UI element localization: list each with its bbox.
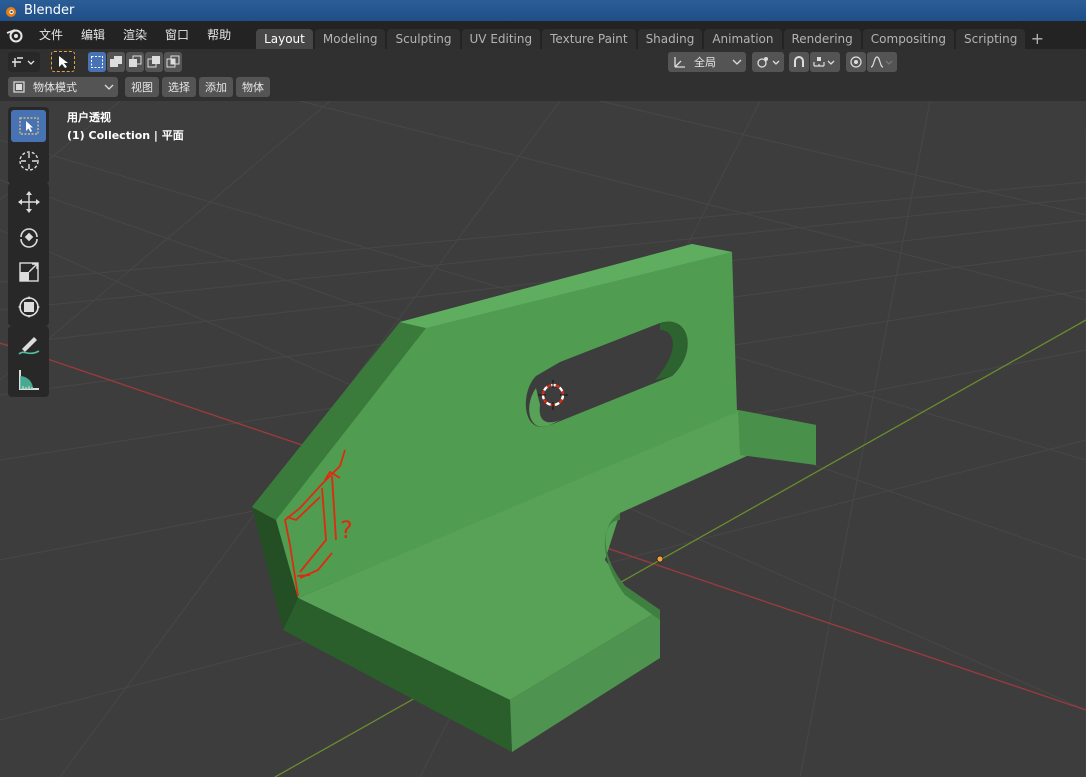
window-title: Blender: [24, 3, 75, 18]
select-mode-subtract-button[interactable]: [126, 52, 144, 72]
rotate-tool[interactable]: [11, 221, 46, 253]
3d-viewport[interactable]: ? 用户透视 (1) Collection | 平面: [0, 101, 1086, 777]
mode-dropdown[interactable]: 物体模式: [8, 77, 118, 97]
measure-icon: [18, 370, 39, 390]
object-origin-dot: [656, 555, 664, 563]
editor-type-icon: [12, 57, 35, 67]
select-subtract-icon: [129, 55, 142, 67]
annotate-tool[interactable]: [11, 329, 46, 361]
proportional-editing-toggle[interactable]: [846, 52, 866, 72]
select-new-icon: [91, 56, 103, 68]
chevron-down-icon: [104, 84, 114, 90]
menu-file[interactable]: 文件: [30, 21, 72, 49]
tab-sculpting[interactable]: Sculpting: [387, 29, 460, 49]
top-menu-bar: 文件 编辑 渲染 窗口 帮助 Layout Modeling Sculpting…: [0, 21, 1086, 49]
tab-animation[interactable]: Animation: [704, 29, 782, 49]
blender-logo-icon[interactable]: [0, 21, 30, 49]
select-invert-icon: [147, 56, 160, 68]
transform-tool[interactable]: [11, 291, 46, 323]
add-menu[interactable]: 添加: [199, 77, 233, 97]
scale-icon: [18, 262, 39, 282]
proportional-circle-icon: [850, 56, 862, 68]
tab-shading[interactable]: Shading: [637, 29, 703, 49]
proportional-falloff-dropdown[interactable]: [867, 52, 897, 72]
tab-texture-paint[interactable]: Texture Paint: [542, 29, 636, 49]
orientation-label: 全局: [694, 56, 716, 69]
add-menu-label: 添加: [205, 81, 227, 94]
scale-tool[interactable]: [11, 256, 46, 288]
toolbar-transform-group: [8, 183, 49, 326]
annotation-question-mark: ?: [340, 516, 353, 544]
select-tool-button[interactable]: [51, 51, 75, 72]
collection-info-label: (1) Collection | 平面: [67, 129, 184, 142]
workspace-tabs: Layout Modeling Sculpting UV Editing Tex…: [256, 21, 1047, 49]
select-box-tool[interactable]: [11, 110, 46, 142]
select-mode-invert-button[interactable]: [145, 52, 163, 72]
toolbar-select-group: [8, 107, 49, 184]
menu-render[interactable]: 渲染: [114, 21, 156, 49]
add-workspace-icon[interactable]: +: [1027, 29, 1047, 49]
cursor-arrow-icon: [59, 55, 68, 68]
menu-window[interactable]: 窗口: [156, 21, 198, 49]
object-mode-icon: [13, 81, 25, 93]
menu-edit[interactable]: 编辑: [72, 21, 114, 49]
select-mode-new-button[interactable]: [88, 52, 106, 72]
magnet-icon: [794, 56, 804, 67]
mode-label: 物体模式: [33, 81, 77, 94]
orientation-axes-icon: [674, 57, 685, 68]
chevron-down-icon: [732, 59, 742, 65]
snap-toggle[interactable]: [789, 52, 809, 72]
tab-modeling[interactable]: Modeling: [314, 29, 386, 49]
cursor-icon: [18, 151, 39, 171]
tab-uv-editing[interactable]: UV Editing: [461, 29, 541, 49]
tab-layout[interactable]: Layout: [256, 29, 313, 49]
pivot-icon: [757, 57, 780, 68]
pivot-point-dropdown[interactable]: [752, 52, 784, 72]
viewport-header: 物体模式 视图 选择 添加 物体: [0, 74, 1086, 101]
measure-tool[interactable]: [11, 364, 46, 396]
menu-help[interactable]: 帮助: [198, 21, 240, 49]
select-extend-icon: [110, 56, 122, 67]
view-name-label: 用户透视: [67, 111, 111, 124]
tab-rendering[interactable]: Rendering: [783, 29, 861, 49]
move-icon: [17, 191, 40, 213]
blender-app-icon: [6, 6, 16, 17]
snap-target-dropdown[interactable]: [810, 52, 840, 72]
tab-scripting[interactable]: Scripting: [956, 29, 1026, 49]
select-intersect-icon: [166, 55, 180, 68]
view-menu-label: 视图: [131, 81, 153, 94]
select-menu-label: 选择: [168, 81, 190, 94]
rotate-icon: [19, 228, 38, 248]
select-mode-extend-button[interactable]: [107, 52, 125, 72]
select-mode-intersect-button[interactable]: [164, 52, 182, 72]
object-menu-label: 物体: [242, 81, 264, 94]
select-menu[interactable]: 选择: [162, 77, 196, 97]
transform-icon: [17, 296, 40, 318]
viewport-scene: ?: [0, 101, 1086, 777]
tool-settings-header: 全局: [0, 49, 1086, 74]
move-tool[interactable]: [11, 186, 46, 218]
transform-orientation-dropdown[interactable]: 全局: [668, 52, 746, 72]
annotate-icon: [17, 337, 39, 355]
tab-compositing[interactable]: Compositing: [862, 29, 954, 49]
falloff-curve-icon: [870, 56, 893, 68]
select-box-icon: [18, 117, 39, 135]
toolbar-annotate-group: [8, 326, 49, 397]
window-titlebar: Blender: [0, 0, 1086, 21]
object-menu[interactable]: 物体: [236, 77, 270, 97]
green-bracket-object[interactable]: [252, 244, 816, 752]
snap-increment-icon: [813, 57, 835, 67]
cursor-tool[interactable]: [11, 145, 46, 177]
editor-type-dropdown[interactable]: [8, 52, 40, 72]
view-menu[interactable]: 视图: [125, 77, 159, 97]
